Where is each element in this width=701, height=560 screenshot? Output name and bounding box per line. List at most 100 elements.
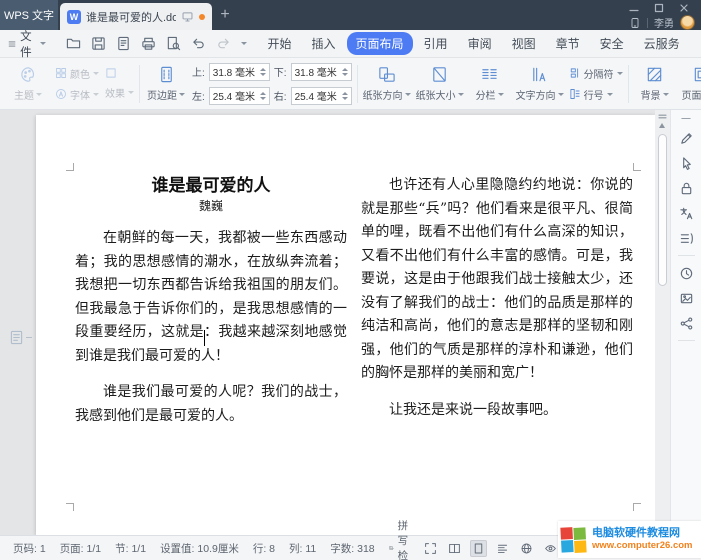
margin-bottom-spinner[interactable]: [342, 68, 348, 76]
mobile-device-icon[interactable]: [629, 17, 641, 29]
margin-right-field[interactable]: 25.4 毫米: [291, 87, 352, 105]
paper-orientation-button[interactable]: 纸张方向: [363, 65, 411, 102]
document-title[interactable]: 谁是最可爱的人: [75, 174, 347, 198]
margin-left-spinner[interactable]: [260, 92, 266, 100]
quick-access-dropdown[interactable]: [241, 42, 247, 45]
tab-review[interactable]: 审阅: [459, 32, 501, 55]
tab-page-layout[interactable]: 页面布局: [347, 32, 413, 55]
window-maximize-button[interactable]: [654, 3, 664, 13]
ribbon-divider: [357, 65, 358, 103]
fullscreen-view-button[interactable]: [422, 540, 439, 557]
save-button[interactable]: [91, 36, 107, 52]
titlebar-right: 李勇: [623, 0, 695, 30]
translate-button[interactable]: [678, 205, 694, 221]
line-numbers-button[interactable]: 行号: [569, 87, 623, 102]
status-word-count[interactable]: 字数: 318: [323, 541, 381, 556]
export-pdf-button[interactable]: [116, 36, 132, 52]
share-button[interactable]: [678, 315, 694, 331]
user-avatar[interactable]: [680, 15, 695, 30]
user-name[interactable]: 李勇: [654, 15, 674, 30]
paper-orientation-icon: [377, 65, 396, 84]
edit-pen-button[interactable]: [678, 130, 694, 146]
undo-button[interactable]: [191, 36, 207, 52]
effects-icon-box: [105, 67, 134, 79]
file-menu-button[interactable]: 文件: [8, 28, 54, 60]
tab-view[interactable]: 视图: [503, 32, 545, 55]
scrollbar-thumb[interactable]: [658, 134, 667, 286]
status-page-number: 页码: 1: [6, 541, 53, 556]
document-tab[interactable]: W 谁是最可爱的人.doc: [60, 3, 212, 30]
page-border-button[interactable]: 页面边框: [681, 65, 701, 102]
margin-top-field[interactable]: 31.8 毫米: [209, 63, 270, 81]
document-column-right[interactable]: 也许还有人心里隐隐约约地说：你说的就是那些“兵”吗？他们看来是很平凡、很简单的哩…: [361, 174, 633, 435]
spell-check-button[interactable]: 拼写检查: [382, 518, 423, 560]
status-page-count: 页面: 1/1: [53, 541, 108, 556]
ribbon-page-layout: 主题 颜色 字体 效果: [0, 58, 701, 110]
vertical-scrollbar[interactable]: [655, 110, 670, 535]
select-cursor-button[interactable]: [678, 155, 694, 171]
effects-icon: [105, 67, 117, 79]
paragraph[interactable]: 在朝鲜的每一天，我都被一些东西感动着；我的思想感情的潮水，在放纵奔流着；我想把一…: [75, 227, 347, 368]
hamburger-icon: [8, 38, 16, 50]
wps-home-tab[interactable]: WPS 文字: [0, 0, 58, 30]
spell-check-label: 拼写检查: [398, 518, 416, 560]
paragraph[interactable]: 谁是我们最可爱的人呢？我们的战士，我感到他们是最可爱的人。: [75, 381, 347, 428]
tab-cloud-services[interactable]: 云服务: [635, 32, 689, 55]
margin-marker-icon[interactable]: [10, 330, 32, 345]
tab-home[interactable]: 开始: [259, 32, 301, 55]
scroll-up-arrow[interactable]: [659, 123, 665, 128]
fonts-button[interactable]: 字体: [55, 87, 99, 102]
margin-left-field[interactable]: 25.4 毫米: [209, 87, 270, 105]
lock-button[interactable]: [678, 180, 694, 196]
window-minimize-button[interactable]: [629, 3, 639, 13]
corner-mark-top-left: [66, 163, 74, 171]
effects-button[interactable]: 效果: [105, 85, 134, 100]
tab-section[interactable]: 章节: [547, 32, 589, 55]
new-tab-button[interactable]: +: [212, 0, 238, 30]
margins-button[interactable]: 页边距: [145, 65, 187, 102]
background-button[interactable]: 背景: [634, 65, 676, 102]
print-button[interactable]: [141, 36, 157, 52]
image-tools-button[interactable]: [678, 290, 694, 306]
split-view-handle[interactable]: [658, 113, 667, 120]
margin-top-spinner[interactable]: [260, 68, 266, 76]
breaks-button[interactable]: 分隔符: [569, 66, 623, 81]
columns-button[interactable]: 分栏: [469, 65, 511, 102]
history-button[interactable]: [678, 265, 694, 281]
paragraph[interactable]: 让我还是来说一段故事吧。: [361, 399, 633, 423]
document-author[interactable]: 魏巍: [75, 198, 347, 215]
open-button[interactable]: [66, 36, 82, 52]
document-column-left[interactable]: 谁是最可爱的人 魏巍 在朝鲜的每一天，我都被一些东西感动着；我的思想感情的潮水，…: [75, 174, 347, 441]
watermark-site-name: 电脑软硬件教程网: [592, 527, 692, 541]
color-grid-icon: [55, 67, 67, 79]
document-canvas: 谁是最可爱的人 魏巍 在朝鲜的每一天，我都被一些东西感动着；我的思想感情的潮水，…: [0, 110, 701, 535]
paragraph[interactable]: 也许还有人心里隐隐约约地说：你说的就是那些“兵”吗？他们看来是很平凡、很简单的哩…: [361, 174, 633, 386]
web-view-button[interactable]: [518, 540, 535, 557]
paper-size-button[interactable]: 纸张大小: [416, 65, 464, 102]
print-preview-button[interactable]: [166, 36, 182, 52]
line-numbers-label: 行号: [584, 87, 604, 102]
theme-label: 主题: [14, 87, 34, 102]
outline-navigation-button[interactable]: [678, 230, 694, 246]
toolbar-collapse-handle[interactable]: [680, 116, 692, 121]
text-direction-button[interactable]: 文字方向: [516, 65, 564, 102]
menubar: 文件 开始 插入 页面布局 引用 审阅 视图 章节 安全 云服务: [0, 30, 701, 58]
read-layout-button[interactable]: [446, 540, 463, 557]
window-close-button[interactable]: [679, 3, 689, 13]
theme-group: 主题 颜色 字体 效果: [3, 65, 134, 102]
redo-button[interactable]: [216, 36, 232, 52]
margin-right-label: 右:: [274, 88, 287, 103]
palette-icon: [19, 65, 38, 84]
tab-security[interactable]: 安全: [591, 32, 633, 55]
page-view-button[interactable]: [470, 540, 487, 557]
margin-right-spinner[interactable]: [342, 92, 348, 100]
tab-references[interactable]: 引用: [415, 32, 457, 55]
status-section: 节: 1/1: [108, 541, 153, 556]
document-page[interactable]: 谁是最可爱的人 魏巍 在朝鲜的每一天，我都被一些东西感动着；我的思想感情的潮水，…: [36, 115, 655, 535]
outline-view-button[interactable]: [494, 540, 511, 557]
theme-button[interactable]: 主题: [7, 65, 49, 102]
eye-protection-button[interactable]: [542, 540, 559, 557]
tab-insert[interactable]: 插入: [303, 32, 345, 55]
margin-bottom-field[interactable]: 31.8 毫米: [291, 63, 352, 81]
colors-button[interactable]: 颜色: [55, 66, 99, 81]
